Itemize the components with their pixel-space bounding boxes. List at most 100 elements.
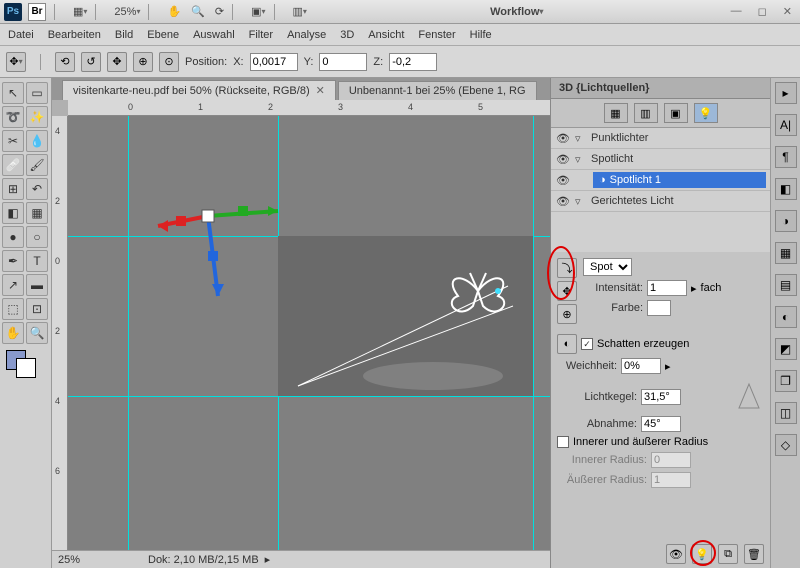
mesh-filter-icon[interactable]: ▥ [634,103,658,123]
background-swatch[interactable] [16,358,36,378]
paragraph-panel-icon[interactable]: ¶ [775,146,797,168]
material-filter-icon[interactable]: ▣ [664,103,688,123]
dodge-tool[interactable]: ○ [26,226,48,248]
document-tab[interactable]: visitenkarte-neu.pdf bei 50% (Rückseite,… [62,80,336,100]
opt-icon-3[interactable]: ✥ [107,52,127,72]
move-tool[interactable]: ↖ [2,82,24,104]
falloff-input[interactable] [641,416,681,432]
move-light-icon[interactable]: ✥ [557,281,577,301]
eye-icon[interactable]: 👁 [555,195,571,208]
menu-bearbeiten[interactable]: Bearbeiten [48,29,101,41]
wand-tool[interactable]: ✨ [26,106,48,128]
stepper-icon[interactable]: ▸ [691,282,697,295]
pen-tool[interactable]: ✒ [2,250,24,272]
navigator-panel-icon[interactable]: ◧ [775,178,797,200]
scene-filter-icon[interactable]: ▦ [604,103,628,123]
gradient-tool[interactable]: ▦ [26,202,48,224]
light-group[interactable]: 👁▿Gerichtetes Licht [551,191,770,212]
document-tab[interactable]: Unbenannt-1 bei 25% (Ebene 1, RG [338,81,537,100]
active-tool-icon[interactable]: ✥ [6,52,26,72]
shape-tool[interactable]: ▬ [26,274,48,296]
layers-panel-icon[interactable]: ❐ [775,370,797,392]
blur-tool[interactable]: ● [2,226,24,248]
channels-panel-icon[interactable]: ◫ [775,402,797,424]
radius-checkbox[interactable] [557,436,569,448]
zoom-level[interactable]: 25% [114,6,140,18]
marquee-tool[interactable]: ▭ [26,82,48,104]
workspace-selector[interactable]: Workflow [490,6,543,18]
opt-icon-5[interactable]: ⊙ [159,52,179,72]
character-panel-icon[interactable]: A| [775,114,797,136]
eye-icon[interactable]: 👁 [555,132,571,145]
new-light-icon[interactable]: 💡 [692,544,712,564]
intensity-input[interactable] [647,280,687,296]
toggle-lights-icon[interactable]: 👁 [666,544,686,564]
masks-panel-icon[interactable]: ◩ [775,338,797,360]
adjustments-panel-icon[interactable]: ◐ [775,306,797,328]
menu-bild[interactable]: Bild [115,29,133,41]
point-at-icon[interactable]: ⤵ [557,258,577,278]
light-type-select[interactable]: Spot [583,258,632,276]
panel-tab-3d[interactable]: 3D {Lichtquellen} [551,78,770,99]
lasso-tool[interactable]: ➰ [2,106,24,128]
add-icon[interactable]: ⧉ [718,544,738,564]
cone-input[interactable] [641,389,681,405]
x-input[interactable] [250,53,298,71]
softness-input[interactable] [621,358,661,374]
delete-icon[interactable]: 🗑 [744,544,764,564]
menu-ansicht[interactable]: Ansicht [368,29,404,41]
canvas[interactable] [68,116,550,550]
brush-tool[interactable]: 🖌 [26,154,48,176]
shadow-checkbox[interactable]: ✓ [581,338,593,350]
heal-tool[interactable]: 🩹 [2,154,24,176]
zoom-tool[interactable]: 🔍 [26,322,48,344]
3d-tool[interactable]: ⬚ [2,298,24,320]
minimize-button[interactable]: — [727,5,746,18]
eyedropper-tool[interactable]: 💧 [26,130,48,152]
menu-fenster[interactable]: Fenster [418,29,455,41]
rotate-light-icon[interactable]: ⊕ [557,304,577,324]
3d-gizmo[interactable] [148,176,288,319]
zoom-tool-icon[interactable]: 🔍 [191,5,205,18]
status-zoom[interactable]: 25% [58,554,108,566]
light-group[interactable]: 👁▿Spotlicht [551,149,770,170]
type-tool[interactable]: T [26,250,48,272]
color-panel-icon[interactable]: ◑ [775,210,797,232]
light-group[interactable]: 👁▿Punktlichter [551,128,770,149]
hand-tool[interactable]: ✋ [2,322,24,344]
menu-datei[interactable]: Datei [8,29,34,41]
opt-icon-1[interactable]: ⟲ [55,52,75,72]
eraser-tool[interactable]: ◧ [2,202,24,224]
stepper-icon[interactable]: ▸ [665,360,671,373]
film-strip-icon[interactable]: ▦ [73,5,87,18]
close-button[interactable]: ✕ [779,5,796,18]
paths-panel-icon[interactable]: ◇ [775,434,797,456]
screen-mode-icon[interactable]: ▣ [251,5,265,18]
ruler-horizontal[interactable]: 012345 [68,100,550,116]
arrow-icon[interactable]: ▸ [775,82,797,104]
swatches-panel-icon[interactable]: ▦ [775,242,797,264]
ruler-vertical[interactable]: 420246 [52,116,68,550]
menu-3d[interactable]: 3D [340,29,354,41]
hand-tool-icon[interactable]: ✋ [167,5,181,18]
stamp-tool[interactable]: ⊞ [2,178,24,200]
menu-ebene[interactable]: Ebene [147,29,179,41]
arrange-docs-icon[interactable]: ▥ [293,5,307,18]
light-item[interactable]: 👁◑Spotlicht 1 [551,170,770,191]
tab-close-icon[interactable]: ✕ [316,84,325,97]
3d-camera-tool[interactable]: ⊡ [26,298,48,320]
menu-hilfe[interactable]: Hilfe [470,29,492,41]
crop-tool[interactable]: ✂ [2,130,24,152]
shadow-icon[interactable]: ◐ [557,334,577,354]
eye-icon[interactable]: 👁 [555,174,571,187]
color-swatch[interactable] [647,300,671,316]
y-input[interactable] [319,53,367,71]
rotate-view-icon[interactable]: ⟳ [215,5,224,18]
bridge-icon[interactable]: Br [28,3,46,21]
z-input[interactable] [389,53,437,71]
history-brush-tool[interactable]: ↶ [26,178,48,200]
menu-filter[interactable]: Filter [249,29,273,41]
menu-auswahl[interactable]: Auswahl [193,29,235,41]
status-arrow-icon[interactable]: ▸ [265,553,271,566]
menu-analyse[interactable]: Analyse [287,29,326,41]
